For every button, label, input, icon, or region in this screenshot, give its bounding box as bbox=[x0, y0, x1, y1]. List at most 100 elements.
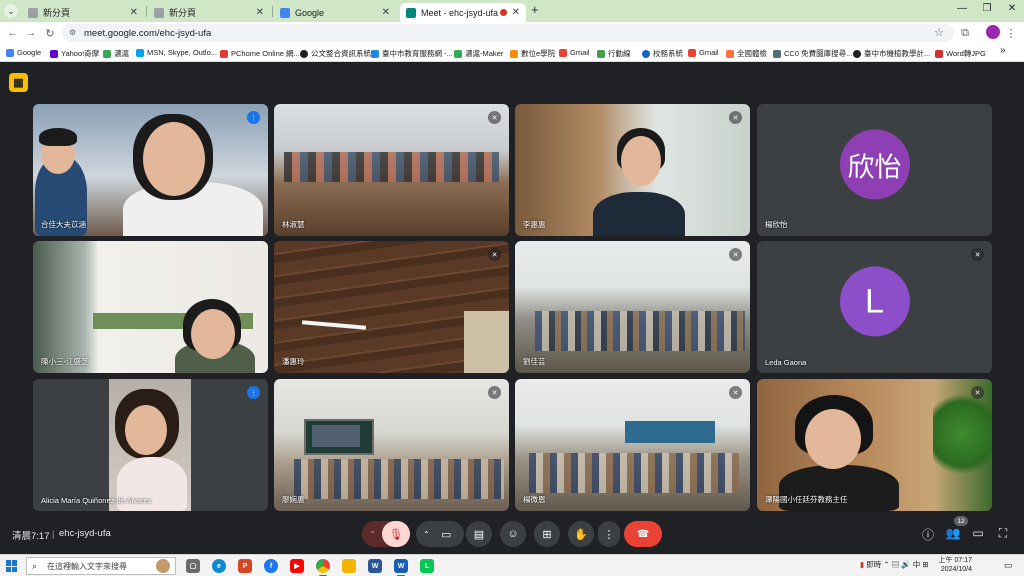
mic-off-icon: ✕ bbox=[488, 111, 501, 124]
participant-tile[interactable]: ✕ 潘惠玲 bbox=[274, 241, 509, 373]
camera-options-chevron-icon[interactable]: ⌃ bbox=[423, 530, 430, 539]
close-icon[interactable]: ✕ bbox=[256, 7, 264, 18]
camera-toggle-icon[interactable]: ▭ bbox=[441, 528, 451, 541]
extensions-icon[interactable]: ⧉ bbox=[958, 26, 972, 40]
bookmark-item[interactable]: MSN, Skype, Outlo... bbox=[136, 48, 217, 57]
mic-off-toggle-icon[interactable]: 🎙 bbox=[382, 521, 410, 547]
bookmark-item[interactable]: Yahoo!奇摩 bbox=[50, 48, 99, 59]
address-bar[interactable]: ⚙ meet.google.com/ehc-jsyd-ufa ☆ bbox=[62, 24, 954, 42]
edge-icon[interactable]: e bbox=[212, 559, 226, 573]
back-icon[interactable]: ← bbox=[6, 26, 20, 40]
participant-tile[interactable]: ⋮ 合佳大夫苡涵 bbox=[33, 104, 268, 236]
participant-tile[interactable]: ✕ 楊微恩 bbox=[515, 379, 750, 511]
meet-icon bbox=[406, 7, 416, 18]
participant-tile[interactable]: ✕ 潭陽國小任廷芬教務主任 bbox=[757, 379, 992, 511]
captions-off-icon[interactable]: ▦ bbox=[9, 73, 28, 92]
microphone-control: ⌃ 🎙 bbox=[362, 521, 410, 547]
participant-tile[interactable]: ✕ 劉佳芸 bbox=[515, 241, 750, 373]
powerpoint-icon[interactable]: P bbox=[238, 559, 252, 573]
minimize-window-icon[interactable]: — bbox=[952, 3, 972, 14]
bookmark-item[interactable]: 行動線 bbox=[597, 48, 631, 59]
volume-icon[interactable]: 🔊 bbox=[901, 560, 910, 569]
participant-tile[interactable]: ✕ 李惠惠 bbox=[515, 104, 750, 236]
chrome-icon[interactable] bbox=[316, 559, 330, 576]
close-icon[interactable]: ✕ bbox=[512, 7, 520, 18]
chat-icon[interactable]: ▭ bbox=[969, 526, 987, 540]
new-tab-button[interactable]: + bbox=[531, 2, 539, 17]
app-icon[interactable]: W bbox=[394, 559, 408, 576]
search-icon: ⌕ bbox=[32, 561, 38, 571]
tab-search-button[interactable]: ⌄ bbox=[4, 4, 18, 18]
more-options-button[interactable]: ⋮ bbox=[598, 521, 620, 547]
bookmark-item[interactable]: 濃滬 bbox=[103, 48, 129, 59]
participant-name: Alicia María Quiñonez de Alvarez bbox=[41, 496, 152, 505]
close-icon[interactable]: ✕ bbox=[382, 7, 390, 18]
close-window-icon[interactable]: ✕ bbox=[1002, 3, 1022, 14]
tray-weather[interactable]: 即時 bbox=[866, 560, 881, 569]
weather-icon[interactable]: ▮ bbox=[860, 560, 864, 569]
bookmark-item[interactable]: 臺中市教育服務網 -... bbox=[371, 48, 453, 59]
leave-call-button[interactable]: ☎ bbox=[624, 521, 662, 547]
taskbar-clock[interactable]: 上午 07:17 2024/10/4 bbox=[928, 556, 972, 574]
windows-start-icon[interactable] bbox=[6, 560, 18, 572]
participant-tile[interactable]: ✕ 林淑慧 bbox=[274, 104, 509, 236]
browser-tab[interactable]: 新分頁 ✕ bbox=[22, 3, 144, 22]
file-explorer-icon[interactable] bbox=[342, 559, 356, 573]
mic-options-chevron-icon[interactable]: ⌃ bbox=[369, 530, 376, 539]
network-icon[interactable]: ▤ bbox=[892, 560, 900, 569]
word-icon[interactable]: W bbox=[368, 559, 382, 573]
bookmark-item[interactable]: 數位e學院 bbox=[510, 48, 555, 59]
weather-widget-icon[interactable] bbox=[156, 559, 170, 573]
forward-icon[interactable]: → bbox=[24, 26, 38, 40]
bookmark-item[interactable]: 濃滬-Maker bbox=[454, 48, 503, 59]
participant-name: 楊欣怡 bbox=[765, 220, 788, 229]
bookmark-item[interactable]: 臺中市機植教學計... bbox=[853, 48, 930, 59]
bookmark-star-icon[interactable]: ☆ bbox=[934, 26, 944, 39]
captions-button[interactable]: ▤ bbox=[466, 521, 492, 547]
bookmark-item[interactable]: Word轉JPG bbox=[935, 48, 986, 59]
participant-tile[interactable]: 欣怡 楊欣怡 bbox=[757, 104, 992, 236]
bookmark-item[interactable]: PChome Online 網... bbox=[220, 48, 300, 59]
present-screen-button[interactable]: ⊞ bbox=[534, 521, 560, 547]
meeting-code[interactable]: ehc-jsyd-ufa bbox=[59, 528, 111, 539]
new-tab-icon bbox=[28, 7, 38, 18]
msn-icon bbox=[136, 48, 144, 57]
participant-tile[interactable]: ⋮ Alicia María Quiñonez de Alvarez bbox=[33, 379, 268, 511]
profile-avatar[interactable] bbox=[986, 25, 1000, 39]
bookmark-label: MSN, Skype, Outlo... bbox=[147, 48, 218, 57]
browser-toolbar: ← → ↻ ⚙ meet.google.com/ehc-jsyd-ufa ☆ ⧉… bbox=[0, 22, 1024, 44]
bookmark-item[interactable]: 校務系統 bbox=[642, 48, 683, 59]
participant-tile[interactable]: 陳小三-江盛芝 bbox=[33, 241, 268, 373]
taskbar-search-input[interactable]: ⌕ 在這裡輸入文字來搜尋 bbox=[26, 557, 176, 575]
restore-window-icon[interactable]: ❐ bbox=[977, 3, 997, 14]
notifications-icon[interactable]: ▭ bbox=[1004, 560, 1013, 571]
participant-name: 楊微恩 bbox=[523, 495, 546, 504]
line-icon[interactable]: L bbox=[420, 559, 434, 573]
facebook-icon[interactable]: f bbox=[264, 559, 278, 573]
site-info-icon[interactable]: ⚙ bbox=[69, 28, 79, 38]
participant-tile[interactable]: L ✕ Leda Gaona bbox=[757, 241, 992, 373]
browser-tab[interactable]: Google ✕ bbox=[274, 3, 396, 22]
close-icon[interactable]: ✕ bbox=[130, 7, 138, 18]
chrome-menu-icon[interactable]: ⋮ bbox=[1004, 26, 1018, 40]
bookmark-item[interactable]: Gmail bbox=[688, 48, 719, 57]
bookmark-item[interactable]: 全國體檢 bbox=[726, 48, 767, 59]
show-hidden-icons-icon[interactable]: ⌃ bbox=[883, 560, 889, 569]
bookmark-item[interactable]: Gmail bbox=[559, 48, 590, 57]
reactions-button[interactable]: ☺ bbox=[500, 521, 526, 547]
bookmark-item[interactable]: 公文整合資訊系統 bbox=[300, 48, 371, 59]
activities-icon[interactable]: ⛶ bbox=[994, 526, 1012, 541]
raise-hand-button[interactable]: ✋ bbox=[568, 521, 594, 547]
input-method[interactable]: 中 bbox=[913, 560, 921, 569]
reload-icon[interactable]: ↻ bbox=[43, 26, 57, 40]
bookmark-item[interactable]: Google bbox=[6, 48, 41, 57]
youtube-icon[interactable]: ▶ bbox=[290, 559, 304, 573]
bookmark-item[interactable]: CC0 免費圖庫搜尋... bbox=[773, 48, 852, 59]
meeting-info-icon[interactable]: ⓘ bbox=[919, 526, 937, 543]
participant-tile[interactable]: ✕ 廖婉惠 bbox=[274, 379, 509, 511]
people-icon[interactable]: 👥 bbox=[944, 526, 962, 540]
more-bookmarks-icon[interactable]: » bbox=[1000, 45, 1006, 56]
browser-tab[interactable]: 新分頁 ✕ bbox=[148, 3, 270, 22]
browser-tab-active[interactable]: Meet - ehc-jsyd-ufa ✕ bbox=[400, 3, 526, 22]
task-view-icon[interactable]: ▢ bbox=[186, 559, 200, 573]
